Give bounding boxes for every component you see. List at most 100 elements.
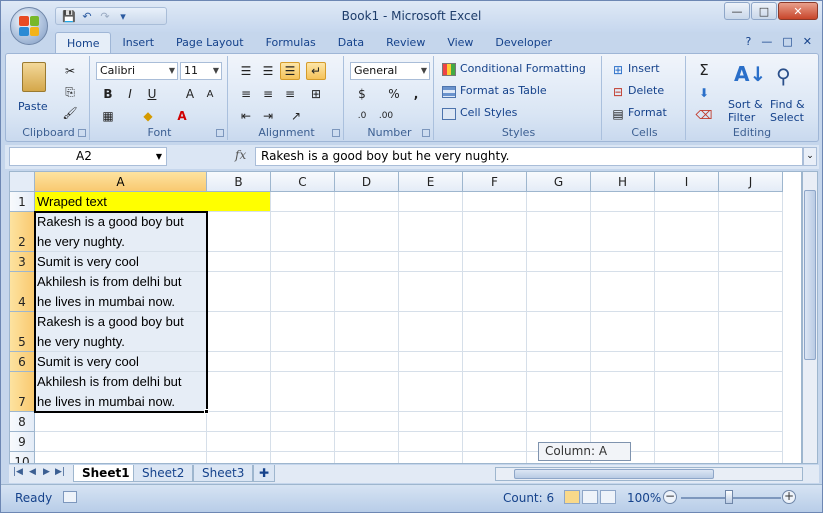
column-header-4[interactable]: E <box>399 172 463 192</box>
cell[interactable] <box>527 252 591 272</box>
cell[interactable] <box>335 272 399 312</box>
tab-page-layout[interactable]: Page Layout <box>165 32 255 54</box>
cell-a6[interactable]: Sumit is very cool <box>35 352 207 372</box>
cell[interactable] <box>591 212 655 252</box>
cell[interactable] <box>207 212 271 252</box>
cell[interactable] <box>463 352 527 372</box>
insert-function-icon[interactable]: fx <box>235 148 246 162</box>
tab-insert[interactable]: Insert <box>111 32 165 54</box>
cell[interactable] <box>207 272 271 312</box>
align-middle-icon[interactable]: ☰ <box>258 62 278 80</box>
font-name-select[interactable]: Calibri ▼ <box>96 62 178 80</box>
save-icon[interactable]: 💾 <box>62 9 76 23</box>
cell[interactable] <box>271 352 335 372</box>
cell[interactable] <box>399 432 463 452</box>
cell[interactable] <box>463 432 527 452</box>
cell[interactable] <box>335 372 399 412</box>
row-header[interactable]: 3 <box>10 252 35 272</box>
cell[interactable] <box>399 352 463 372</box>
column-header-8[interactable]: I <box>655 172 719 192</box>
cell[interactable] <box>655 372 719 412</box>
column-header-2[interactable]: C <box>271 172 335 192</box>
bold-button[interactable]: B <box>98 85 118 103</box>
percent-button[interactable]: % <box>384 85 404 103</box>
comma-button[interactable]: , <box>406 85 426 103</box>
horizontal-scrollbar[interactable] <box>495 467 803 481</box>
cell[interactable] <box>719 432 783 452</box>
page-break-view-button[interactable] <box>600 490 616 504</box>
cell[interactable] <box>207 412 271 432</box>
underline-button[interactable]: U <box>142 85 162 103</box>
cell[interactable] <box>463 252 527 272</box>
align-bottom-icon[interactable]: ☰ <box>280 62 300 80</box>
help-icon[interactable]: ? <box>746 35 752 48</box>
paste-button[interactable]: Paste <box>18 60 50 116</box>
page-layout-view-button[interactable] <box>582 490 598 504</box>
cell[interactable] <box>399 212 463 252</box>
sheet-tab-2[interactable]: Sheet2 <box>133 465 194 482</box>
zoom-out-button[interactable]: − <box>663 490 677 504</box>
workbook-minimize-button[interactable]: — <box>761 35 772 48</box>
align-top-icon[interactable]: ☰ <box>236 62 256 80</box>
cell-styles-button[interactable]: Cell Styles <box>460 106 517 119</box>
cell[interactable] <box>463 372 527 412</box>
cell[interactable] <box>271 432 335 452</box>
format-as-table-button[interactable]: Format as Table <box>460 84 547 97</box>
decrease-indent-icon[interactable]: ⇤ <box>236 107 256 125</box>
cell[interactable] <box>527 272 591 312</box>
first-sheet-icon[interactable]: |◀ <box>13 467 23 477</box>
cell-a2[interactable]: Rakesh is a good boy but he very nughty. <box>35 212 207 252</box>
number-launcher-icon[interactable] <box>422 129 430 137</box>
row-header[interactable]: 10 <box>10 452 35 463</box>
cell[interactable] <box>527 312 591 352</box>
cell[interactable] <box>463 452 527 463</box>
formula-input[interactable]: Rakesh is a good boy but he very nughty. <box>255 147 803 166</box>
tab-review[interactable]: Review <box>375 32 436 54</box>
row-header[interactable]: 2 <box>10 212 35 252</box>
row-header[interactable]: 6 <box>10 352 35 372</box>
grow-font-button[interactable]: A <box>180 85 200 103</box>
font-launcher-icon[interactable] <box>216 129 224 137</box>
cell[interactable] <box>591 272 655 312</box>
cell[interactable] <box>271 192 335 212</box>
cell[interactable] <box>719 252 783 272</box>
clipboard-launcher-icon[interactable] <box>78 129 86 137</box>
tab-home[interactable]: Home <box>55 32 112 54</box>
column-header-3[interactable]: D <box>335 172 399 192</box>
wrap-text-icon[interactable]: ↵ <box>306 62 326 80</box>
vertical-scroll-thumb[interactable] <box>804 190 816 360</box>
cell[interactable] <box>335 252 399 272</box>
cell[interactable] <box>335 352 399 372</box>
align-left-icon[interactable]: ≡ <box>236 85 256 103</box>
zoom-slider-thumb[interactable] <box>725 490 733 504</box>
increase-decimal-button[interactable]: .0 <box>352 107 372 125</box>
cell[interactable] <box>399 192 463 212</box>
select-all-corner[interactable] <box>10 172 35 192</box>
delete-cells-button[interactable]: Delete <box>628 84 664 97</box>
format-cells-button[interactable]: Format <box>628 106 667 119</box>
row-header[interactable]: 5 <box>10 312 35 352</box>
cell[interactable] <box>463 192 527 212</box>
cell[interactable] <box>271 272 335 312</box>
cell[interactable] <box>655 252 719 272</box>
cell[interactable] <box>271 372 335 412</box>
cell[interactable] <box>655 432 719 452</box>
cell[interactable] <box>399 252 463 272</box>
cell[interactable] <box>335 312 399 352</box>
cell[interactable] <box>527 412 591 432</box>
cell-a1[interactable]: Wraped text <box>35 192 271 212</box>
cell-a4[interactable]: Akhilesh is from delhi but he lives in mu… <box>35 272 207 312</box>
normal-view-button[interactable] <box>564 490 580 504</box>
cell[interactable] <box>591 372 655 412</box>
cell[interactable] <box>399 312 463 352</box>
italic-button[interactable]: I <box>120 85 140 103</box>
cell[interactable] <box>207 452 271 463</box>
cell-a10[interactable] <box>35 452 207 463</box>
insert-sheet-icon[interactable]: ✚ <box>253 465 276 482</box>
cell[interactable] <box>655 272 719 312</box>
undo-icon[interactable]: ↶ <box>80 9 94 23</box>
cell[interactable] <box>335 192 399 212</box>
workbook-close-button[interactable]: ✕ <box>803 35 812 48</box>
customize-qat-icon[interactable]: ▾ <box>116 9 130 23</box>
orientation-icon[interactable]: ↗ <box>286 107 306 125</box>
